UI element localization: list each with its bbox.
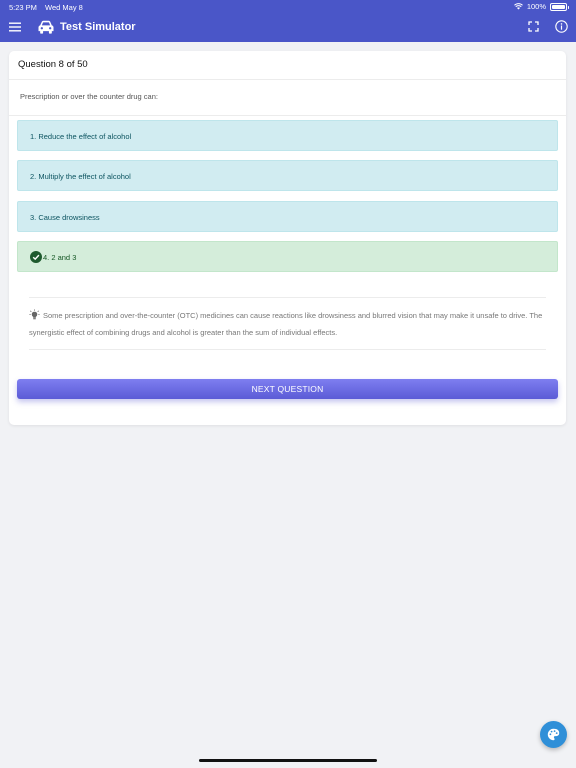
info-icon[interactable] [555,20,568,33]
answer-option-4-correct[interactable]: 4. 2 and 3 [17,241,558,272]
status-time: 5:23 PM [9,3,37,12]
explanation-text: Some prescription and over-the-counter (… [29,311,543,337]
question-text: Prescription or over the counter drug ca… [20,92,158,101]
status-date: Wed May 8 [45,3,83,12]
hamburger-menu-icon[interactable] [9,21,21,33]
question-counter: Question 8 of 50 [18,59,88,70]
lightbulb-icon [29,309,40,320]
answer-option-label: 3. Cause drowsiness [30,213,100,222]
question-header: Question 8 of 50 [9,51,566,80]
home-indicator [199,759,377,762]
answer-option-label: 2. Multiply the effect of alcohol [30,172,131,181]
battery-percent: 100% [526,2,546,11]
status-bar: 5:23 PM Wed May 8 100% [0,0,576,14]
question-card: Question 8 of 50 Prescription or over th… [9,51,566,425]
explanation: Some prescription and over-the-counter (… [29,307,546,341]
app-bar: Test Simulator [0,14,576,42]
explanation-box: Some prescription and over-the-counter (… [29,297,546,350]
car-icon [38,20,54,34]
answer-option-2[interactable]: 2. Multiply the effect of alcohol [17,160,558,191]
fullscreen-icon[interactable] [528,21,539,32]
top-bar: 5:23 PM Wed May 8 100% Test Simulator [0,0,576,42]
status-right: 100% [513,2,569,11]
answer-option-label: 4. 2 and 3 [43,253,77,262]
answer-option-3[interactable]: 3. Cause drowsiness [17,201,558,232]
app-title: Test Simulator [60,21,136,33]
question-body: Prescription or over the counter drug ca… [9,80,566,116]
answer-option-label: 1. Reduce the effect of alcohol [30,132,132,141]
palette-icon [547,728,560,741]
status-left: 5:23 PM Wed May 8 [9,3,89,12]
next-question-button[interactable]: NEXT QUESTION [17,379,558,399]
palette-button[interactable] [540,721,567,748]
battery-icon [550,2,569,11]
check-circle-icon [30,251,42,263]
wifi-icon [513,3,523,10]
answer-option-1[interactable]: 1. Reduce the effect of alcohol [17,120,558,151]
